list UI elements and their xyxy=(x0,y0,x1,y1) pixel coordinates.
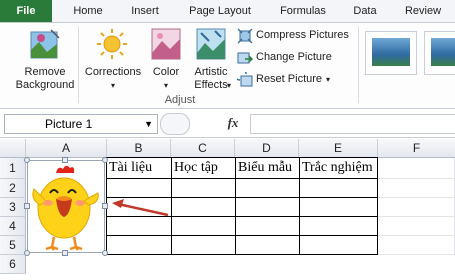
table-cell[interactable] xyxy=(236,236,300,255)
row-header-3[interactable]: 3 xyxy=(0,198,26,217)
ribbon: Remove Background Corrections ▾ Color ▾ xyxy=(0,23,455,109)
column-header-f[interactable]: F xyxy=(378,139,455,158)
artistic-effects-dropdown-icon: ▾ xyxy=(226,81,231,90)
tab-formulas[interactable]: Formulas xyxy=(274,0,332,22)
color-button[interactable]: Color ▾ xyxy=(146,25,186,93)
cell-f3[interactable] xyxy=(378,198,455,217)
compress-pictures-icon xyxy=(237,28,253,44)
table-cell[interactable] xyxy=(236,198,300,217)
adjust-group-label: Adjust xyxy=(164,94,196,106)
column-header-e[interactable]: E xyxy=(299,139,378,158)
annotation-arrow-icon xyxy=(112,199,169,217)
row-header-6[interactable]: 6 xyxy=(0,255,26,274)
corrections-button[interactable]: Corrections ▾ xyxy=(82,25,144,93)
corrections-dropdown-icon: ▾ xyxy=(110,81,115,90)
column-header-c[interactable]: C xyxy=(171,139,235,158)
row-header-5[interactable]: 5 xyxy=(0,236,26,255)
table-cell[interactable] xyxy=(300,198,378,217)
cell-f4[interactable] xyxy=(378,217,455,236)
chick-picture[interactable] xyxy=(30,163,102,251)
picture-style-2[interactable] xyxy=(424,31,455,75)
column-header-b[interactable]: B xyxy=(107,139,171,158)
table-header-cell[interactable]: Tài liệu xyxy=(107,158,172,179)
resize-handle[interactable] xyxy=(102,250,108,256)
cell-f5[interactable] xyxy=(378,236,455,255)
table-cell[interactable] xyxy=(172,217,236,236)
change-picture-icon xyxy=(237,52,253,64)
reset-picture-button[interactable]: Reset Picture ▾ xyxy=(237,71,353,89)
table-cell[interactable] xyxy=(236,217,300,236)
resize-handle[interactable] xyxy=(62,157,68,163)
color-icon xyxy=(151,28,181,60)
table-header-cell[interactable]: Biểu mẫu xyxy=(236,158,300,179)
picture-style-1[interactable] xyxy=(365,31,417,75)
column-header-d[interactable]: D xyxy=(235,139,299,158)
resize-handle[interactable] xyxy=(102,157,108,163)
ribbon-separator xyxy=(358,27,359,103)
tab-data[interactable]: Data xyxy=(348,0,382,22)
resize-handle[interactable] xyxy=(24,250,30,256)
remove-background-icon xyxy=(30,29,60,59)
compress-pictures-label: Compress Pictures xyxy=(256,29,349,41)
cell-f1[interactable] xyxy=(378,158,455,179)
table-cell[interactable] xyxy=(107,236,172,255)
select-all-corner[interactable] xyxy=(0,139,26,158)
reset-picture-dropdown-icon: ▾ xyxy=(326,75,331,84)
table-cell[interactable] xyxy=(172,198,236,217)
remove-background-label-1: Remove xyxy=(24,66,66,78)
table-cell[interactable] xyxy=(300,179,378,198)
name-box-value: Picture 1 xyxy=(45,117,93,131)
sun-icon xyxy=(97,29,127,59)
tab-insert[interactable]: Insert xyxy=(125,0,165,22)
corrections-label: Corrections xyxy=(84,66,142,78)
change-picture-label: Change Picture xyxy=(256,51,332,63)
row-header-4[interactable]: 4 xyxy=(0,217,26,236)
formula-input[interactable] xyxy=(250,114,455,134)
artistic-effects-icon xyxy=(196,28,226,60)
table-cell[interactable] xyxy=(172,179,236,198)
row-header-2[interactable]: 2 xyxy=(0,179,26,198)
table-cell[interactable] xyxy=(172,236,236,255)
formula-bar-splitter[interactable] xyxy=(160,113,190,135)
table-header-cell[interactable]: Trắc nghiệm xyxy=(300,158,378,179)
ribbon-separator xyxy=(78,27,79,103)
cell-f2[interactable] xyxy=(378,179,455,198)
name-box-dropdown-icon[interactable]: ▼ xyxy=(144,115,153,133)
reset-picture-label: Reset Picture xyxy=(256,73,323,85)
table-cell[interactable] xyxy=(300,217,378,236)
name-box[interactable]: Picture 1 ▼ xyxy=(4,114,158,134)
insert-function-icon[interactable]: fx xyxy=(218,114,248,132)
sheet-bottom xyxy=(26,273,455,280)
tab-home[interactable]: Home xyxy=(68,0,108,22)
row-6-cells[interactable] xyxy=(107,255,455,274)
compress-pictures-button[interactable]: Compress Pictures xyxy=(237,27,353,45)
table-cell[interactable] xyxy=(236,179,300,198)
resize-handle[interactable] xyxy=(24,203,30,209)
tab-review[interactable]: Review xyxy=(400,0,446,22)
tab-page-layout[interactable]: Page Layout xyxy=(183,0,257,22)
resize-handle[interactable] xyxy=(24,157,30,163)
artistic-effects-label-1: Artistic xyxy=(194,66,228,78)
change-picture-button[interactable]: Change Picture xyxy=(237,49,353,67)
reset-picture-icon xyxy=(237,72,253,87)
remove-background-label-2: Background xyxy=(15,79,75,91)
tab-file[interactable]: File xyxy=(0,0,52,22)
remove-background-button[interactable]: Remove Background xyxy=(10,25,80,95)
row-header-1[interactable]: 1 xyxy=(0,158,26,179)
color-dropdown-icon: ▾ xyxy=(163,81,168,90)
table-cell[interactable] xyxy=(300,236,378,255)
column-header-a[interactable]: A xyxy=(26,139,107,158)
resize-handle[interactable] xyxy=(62,250,68,256)
color-label: Color xyxy=(152,66,180,78)
table-header-cell[interactable]: Học tập xyxy=(172,158,236,179)
ribbon-tab-bar: File Home Insert Page Layout Formulas Da… xyxy=(0,0,455,23)
artistic-effects-button[interactable]: Artistic Effects ▾ xyxy=(188,25,234,93)
